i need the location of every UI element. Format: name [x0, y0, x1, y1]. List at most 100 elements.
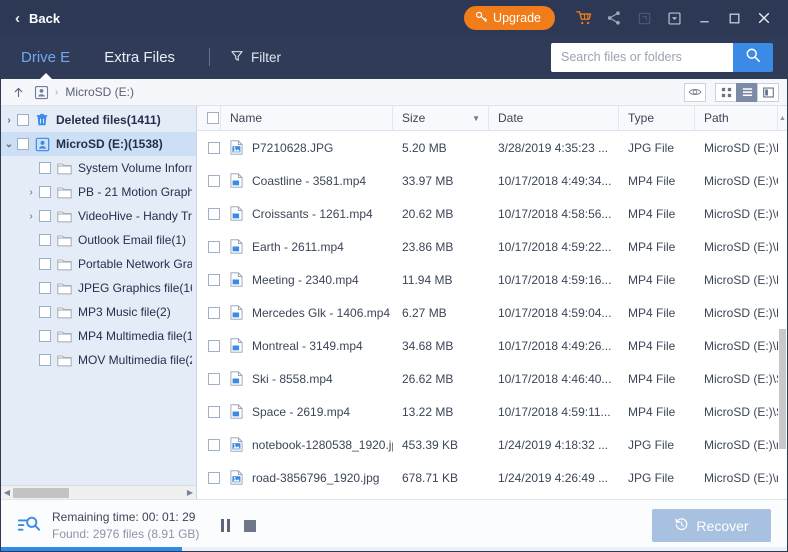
- grid-view-icon[interactable]: [715, 82, 737, 102]
- up-arrow-icon[interactable]: [12, 86, 25, 99]
- tree-item[interactable]: Outlook Email file(1): [1, 228, 196, 252]
- detail-view-icon[interactable]: [757, 82, 779, 102]
- pause-button[interactable]: [221, 519, 231, 532]
- preview-eye-icon[interactable]: [684, 82, 706, 102]
- cell-type: JPG File: [628, 140, 675, 155]
- scroll-right-arrow[interactable]: ▶: [184, 488, 196, 497]
- mp4-file-icon: [221, 197, 243, 230]
- tree-item[interactable]: MP3 Music file(2): [1, 300, 196, 324]
- tab-extra-files[interactable]: Extra Files: [104, 35, 175, 79]
- share-icon[interactable]: [601, 5, 627, 31]
- tree-item[interactable]: › VideoHive - Handy Tran: [1, 204, 196, 228]
- table-row[interactable]: notebook-1280538_1920.jpg 453.39 KB 1/24/2…: [197, 428, 787, 461]
- cell-date: 3/28/2019 4:35:23 ...: [498, 140, 609, 155]
- sidebar-horizontal-scrollbar[interactable]: ◀ ▶: [1, 485, 196, 499]
- feedback-icon[interactable]: [631, 5, 657, 31]
- disk-icon[interactable]: [34, 85, 49, 100]
- tree-item[interactable]: MP4 Multimedia file(18): [1, 324, 196, 348]
- tree-twisty-icon[interactable]: ⌄: [1, 139, 17, 150]
- search-input[interactable]: [551, 42, 733, 72]
- scroll-up-arrow[interactable]: ▲: [778, 115, 787, 122]
- recover-button[interactable]: Recover: [652, 509, 771, 542]
- list-view-icon[interactable]: [736, 82, 758, 102]
- tree-item-checkbox[interactable]: [39, 162, 51, 174]
- tree-item-checkbox[interactable]: [39, 330, 51, 342]
- cell-size: 453.39 KB: [402, 437, 459, 452]
- table-row[interactable]: Coastline - 3581.mp4 33.97 MB 10/17/2018 4…: [197, 164, 787, 197]
- search-box: [551, 42, 773, 72]
- table-row[interactable]: road-3856796_1920.jpg 678.71 KB 1/24/2019 …: [197, 461, 787, 494]
- stop-button[interactable]: [244, 519, 257, 532]
- tree-item[interactable]: System Volume Informa: [1, 156, 196, 180]
- cart-icon[interactable]: [571, 5, 597, 31]
- table-row[interactable]: Croissants - 1261.mp4 20.62 MB 10/17/2018 …: [197, 197, 787, 230]
- tree-item-checkbox[interactable]: [17, 114, 29, 126]
- tree-item[interactable]: › Deleted files(1411): [1, 108, 196, 132]
- tree-twisty-icon[interactable]: ›: [23, 211, 39, 222]
- tree-item-checkbox[interactable]: [39, 354, 51, 366]
- table-row[interactable]: Mercedes Glk - 1406.mp4 6.27 MB 10/17/2018…: [197, 296, 787, 329]
- row-checkbox[interactable]: [197, 230, 221, 263]
- tree-item[interactable]: ⌄ MicroSD (E:)(1538): [1, 132, 196, 156]
- column-header-size[interactable]: Size ▼: [393, 105, 489, 131]
- filter-button[interactable]: Filter: [230, 49, 281, 66]
- file-rows-container: P7210628.JPG 5.20 MB 3/28/2019 4:35:23 ...…: [197, 131, 787, 494]
- cell-path: MicroSD (E:)\noteb...: [704, 437, 787, 452]
- file-list: P7210628.JPG 5.20 MB 3/28/2019 4:35:23 ...…: [197, 131, 787, 499]
- search-button[interactable]: [733, 42, 773, 72]
- column-header-date[interactable]: Date: [489, 105, 619, 131]
- upgrade-button[interactable]: Upgrade: [464, 6, 555, 30]
- table-row[interactable]: Earth - 2611.mp4 23.86 MB 10/17/2018 4:59:…: [197, 230, 787, 263]
- file-list-scrollbar[interactable]: [778, 131, 787, 499]
- row-checkbox[interactable]: [197, 164, 221, 197]
- tree-item-checkbox[interactable]: [39, 258, 51, 270]
- table-row[interactable]: Ski - 8558.mp4 26.62 MB 10/17/2018 4:46:40…: [197, 362, 787, 395]
- tree-item[interactable]: MOV Multimedia file(23: [1, 348, 196, 372]
- tree-item-checkbox[interactable]: [17, 138, 29, 150]
- menu-box-icon[interactable]: [661, 5, 687, 31]
- close-icon[interactable]: [751, 5, 777, 31]
- tree-item[interactable]: JPEG Graphics file(16): [1, 276, 196, 300]
- table-row[interactable]: Montreal - 3149.mp4 34.68 MB 10/17/2018 4:…: [197, 329, 787, 362]
- column-header-type[interactable]: Type: [619, 105, 695, 131]
- scroll-left-arrow[interactable]: ◀: [1, 488, 13, 497]
- row-checkbox[interactable]: [197, 428, 221, 461]
- tree-item-checkbox[interactable]: [39, 306, 51, 318]
- tree-twisty-icon[interactable]: ›: [23, 187, 39, 198]
- sort-desc-arrow-icon: ▼: [472, 113, 480, 123]
- tree-twisty-icon[interactable]: ›: [1, 115, 17, 126]
- select-all-checkbox[interactable]: [197, 105, 221, 131]
- table-row[interactable]: P7210628.JPG 5.20 MB 3/28/2019 4:35:23 ...…: [197, 131, 787, 164]
- maximize-icon[interactable]: [721, 5, 747, 31]
- column-header-name[interactable]: Name: [221, 105, 393, 131]
- tree-item-checkbox[interactable]: [39, 210, 51, 222]
- tree-item[interactable]: Portable Network Graph: [1, 252, 196, 276]
- tree-item-checkbox[interactable]: [39, 234, 51, 246]
- row-checkbox[interactable]: [197, 296, 221, 329]
- row-checkbox[interactable]: [197, 131, 221, 164]
- tree-item-checkbox[interactable]: [39, 282, 51, 294]
- jpg-file-icon: [221, 461, 243, 494]
- sidebar-scroll-thumb[interactable]: [13, 488, 69, 498]
- row-checkbox[interactable]: [197, 362, 221, 395]
- back-button[interactable]: ‹ Back: [15, 11, 60, 26]
- folder-icon: [57, 234, 74, 247]
- tree-item[interactable]: › PB - 21 Motion Graphics: [1, 180, 196, 204]
- table-row[interactable]: Meeting - 2340.mp4 11.94 MB 10/17/2018 4:5…: [197, 263, 787, 296]
- row-checkbox[interactable]: [197, 197, 221, 230]
- file-list-scroll-thumb[interactable]: [779, 329, 786, 449]
- tree-item-label: Portable Network Graph: [78, 257, 192, 271]
- cell-date: 10/17/2018 4:59:16...: [498, 272, 612, 287]
- column-header-path[interactable]: Path: [695, 105, 778, 131]
- row-checkbox[interactable]: [197, 395, 221, 428]
- row-checkbox[interactable]: [197, 263, 221, 296]
- cell-name: Coastline - 3581.mp4: [252, 173, 367, 188]
- cell-type: MP4 File: [628, 239, 676, 254]
- row-checkbox[interactable]: [197, 329, 221, 362]
- tab-drive-e[interactable]: Drive E: [21, 35, 70, 79]
- tree-item-checkbox[interactable]: [39, 186, 51, 198]
- table-row[interactable]: Space - 2619.mp4 13.22 MB 10/17/2018 4:59:…: [197, 395, 787, 428]
- row-checkbox[interactable]: [197, 461, 221, 494]
- minimize-icon[interactable]: [691, 5, 717, 31]
- folder-icon: [57, 210, 74, 223]
